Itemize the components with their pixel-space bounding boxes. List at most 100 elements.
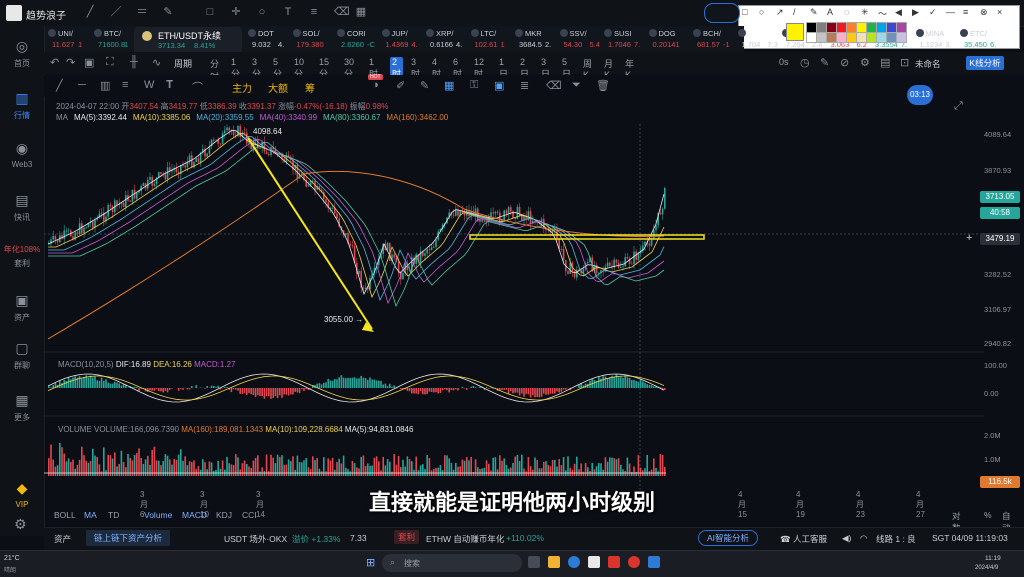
sidebar-item-arbitrage[interactable]: 年化108%套利: [0, 240, 44, 280]
app-icon-1[interactable]: [588, 556, 600, 568]
color-swatch[interactable]: [896, 32, 907, 43]
status-line[interactable]: 线路 1 : 良: [876, 533, 916, 545]
current-color[interactable]: [786, 23, 804, 41]
search-box[interactable]: [704, 3, 740, 23]
app-icon-3[interactable]: [628, 556, 640, 568]
taskview-icon[interactable]: [528, 556, 540, 568]
ticker-item[interactable]: SOL/179.380: [291, 26, 335, 52]
ellipse-tool-icon[interactable]: ○: [256, 6, 268, 18]
price-chart[interactable]: 4098.643055.00 →: [44, 124, 984, 508]
ray-tool-icon[interactable]: ／: [110, 6, 122, 18]
snapshot-icon[interactable]: ⊡: [900, 56, 909, 69]
palette-tool-icon[interactable]: ↗: [776, 7, 784, 18]
palette-tool-icon[interactable]: ▶: [912, 7, 919, 18]
sidebar-item-news[interactable]: ▤快讯: [0, 190, 44, 230]
camera-icon[interactable]: ◷: [800, 56, 810, 69]
lock-icon[interactable]: ⚿: [470, 79, 478, 92]
magnet-icon[interactable]: ▦: [444, 79, 454, 92]
delete-icon[interactable]: ⌫: [546, 79, 562, 92]
wave-draw-icon[interactable]: W: [144, 79, 154, 91]
visible-icon[interactable]: ▣: [494, 79, 504, 92]
explorer-icon[interactable]: [548, 556, 560, 568]
ticker-item[interactable]: CORI2.6260-C: [335, 26, 379, 52]
ticker-item[interactable]: BTC/71600.81: [92, 26, 136, 52]
expand-icon[interactable]: ⤢: [954, 100, 963, 113]
palette-tool-icon[interactable]: —: [946, 7, 955, 17]
screenshot-icon[interactable]: ▣: [84, 56, 94, 69]
brush-icon[interactable]: ✐: [396, 79, 405, 92]
palette-tool-icon[interactable]: ×: [997, 7, 1002, 17]
palette-tool-icon[interactable]: /: [793, 7, 796, 17]
app-icon-4[interactable]: [648, 556, 660, 568]
filter-icon[interactable]: ⏷: [572, 79, 581, 92]
indicator-icon[interactable]: ∿: [152, 56, 161, 69]
palette-tool-icon[interactable]: ◀: [895, 7, 902, 18]
h-line-tool-icon[interactable]: ＝: [136, 6, 148, 18]
customer-service-button[interactable]: ☎ 人工客服: [780, 533, 827, 545]
hline-draw-icon[interactable]: ─: [78, 79, 86, 91]
palette-tool-icon[interactable]: ✓: [929, 7, 937, 18]
settings-gear-icon[interactable]: ⚙: [14, 516, 27, 533]
palette-tool-icon[interactable]: ◌: [844, 7, 849, 17]
ticker-item[interactable]: MKR3684.52.: [513, 26, 557, 52]
k-analysis-button[interactable]: K线分析: [966, 56, 1004, 70]
pen-tool-icon[interactable]: ✎: [162, 6, 174, 18]
edge-icon[interactable]: [568, 556, 580, 568]
pencil-icon[interactable]: ✎: [420, 79, 429, 92]
ticker-item[interactable]: DOT9.0324.: [246, 26, 290, 52]
edit-icon[interactable]: ✎: [820, 56, 829, 69]
ticker-item[interactable]: ETC/35.4506.: [958, 26, 1002, 52]
alert-icon[interactable]: ⊘: [840, 56, 849, 69]
palette-tool-icon[interactable]: ✎: [810, 7, 818, 18]
indicator-large[interactable]: 大额: [268, 80, 288, 95]
app-icon-2[interactable]: [608, 556, 620, 568]
fullscreen-icon[interactable]: ⛶: [106, 56, 114, 69]
grid-tool-icon[interactable]: ▦: [355, 6, 367, 18]
sidebar-item-wallet[interactable]: ▣资产: [0, 290, 44, 330]
stack-icon[interactable]: ≣: [520, 79, 529, 92]
settings-icon[interactable]: ⚙: [860, 56, 870, 69]
fib-tool-icon[interactable]: ≡: [308, 6, 320, 18]
ticker-item[interactable]: BCH/681.57-1: [691, 26, 735, 52]
refresh-interval[interactable]: 0s: [779, 57, 789, 67]
ticker-item[interactable]: SSV/54.305.4: [558, 26, 602, 52]
palette-tool-icon[interactable]: ≡: [963, 7, 968, 17]
indicator-main[interactable]: 主力: [232, 80, 252, 95]
indicator-chip[interactable]: 筹: [305, 80, 315, 95]
volume-icon[interactable]: ◀): [842, 533, 851, 544]
period-dropdown[interactable]: 周期: [174, 57, 192, 70]
palette-tool-icon[interactable]: ○: [759, 7, 764, 17]
sidebar-item-vip[interactable]: ◆VIP: [0, 478, 44, 518]
sidebar-item-home[interactable]: ◎首页: [0, 36, 44, 76]
ai-analysis-button[interactable]: AI智能分析: [698, 530, 758, 546]
sidebar-item-chat[interactable]: ▢群聊: [0, 338, 44, 378]
redo-icon[interactable]: ↷: [66, 56, 75, 69]
ticker-item[interactable]: DOG0.20141: [647, 26, 691, 52]
ticker-item[interactable]: MINA1.12343.: [914, 26, 958, 52]
measure-draw-icon[interactable]: ⌒: [192, 79, 203, 95]
palette-tool-icon[interactable]: ⊗: [980, 7, 988, 18]
text-tool-icon[interactable]: T: [282, 6, 294, 18]
rect-tool-icon[interactable]: □: [204, 6, 216, 18]
fib-draw-icon[interactable]: ▥: [100, 79, 110, 92]
eraser-tool-icon[interactable]: ⌫: [334, 6, 346, 18]
asset-analysis-button[interactable]: 链上链下资产分析: [86, 530, 170, 546]
ticker-item[interactable]: SUSI1.70467.: [602, 26, 646, 52]
ticker-item[interactable]: JUP/1.43694.: [380, 26, 424, 52]
palette-tool-icon[interactable]: 〜: [878, 7, 887, 20]
line-draw-icon[interactable]: ╱: [56, 79, 63, 92]
trash-icon[interactable]: 🗑: [596, 79, 610, 92]
sidebar-item-more[interactable]: ▦更多: [0, 390, 44, 430]
channel-draw-icon[interactable]: ≡: [122, 79, 128, 91]
palette-tool-icon[interactable]: ✳: [861, 7, 869, 18]
ticker-item[interactable]: UNI/11.6271: [46, 26, 90, 52]
sidebar-item-market[interactable]: ▥行情: [0, 88, 44, 128]
layout-name[interactable]: 未命名: [915, 58, 941, 70]
candle-type-icon[interactable]: ╫: [130, 56, 138, 68]
sidebar-item-web3[interactable]: ◉Web3: [0, 138, 44, 178]
active-symbol-tab[interactable]: ETH/USDT永续 3713.34 8.41%: [134, 27, 242, 52]
add-alert-icon[interactable]: +: [966, 232, 972, 244]
start-icon[interactable]: ⊞: [366, 556, 375, 569]
ticker-item[interactable]: XRP/0.61664.: [424, 26, 468, 52]
ticker-item[interactable]: LTC/102.611: [469, 26, 513, 52]
